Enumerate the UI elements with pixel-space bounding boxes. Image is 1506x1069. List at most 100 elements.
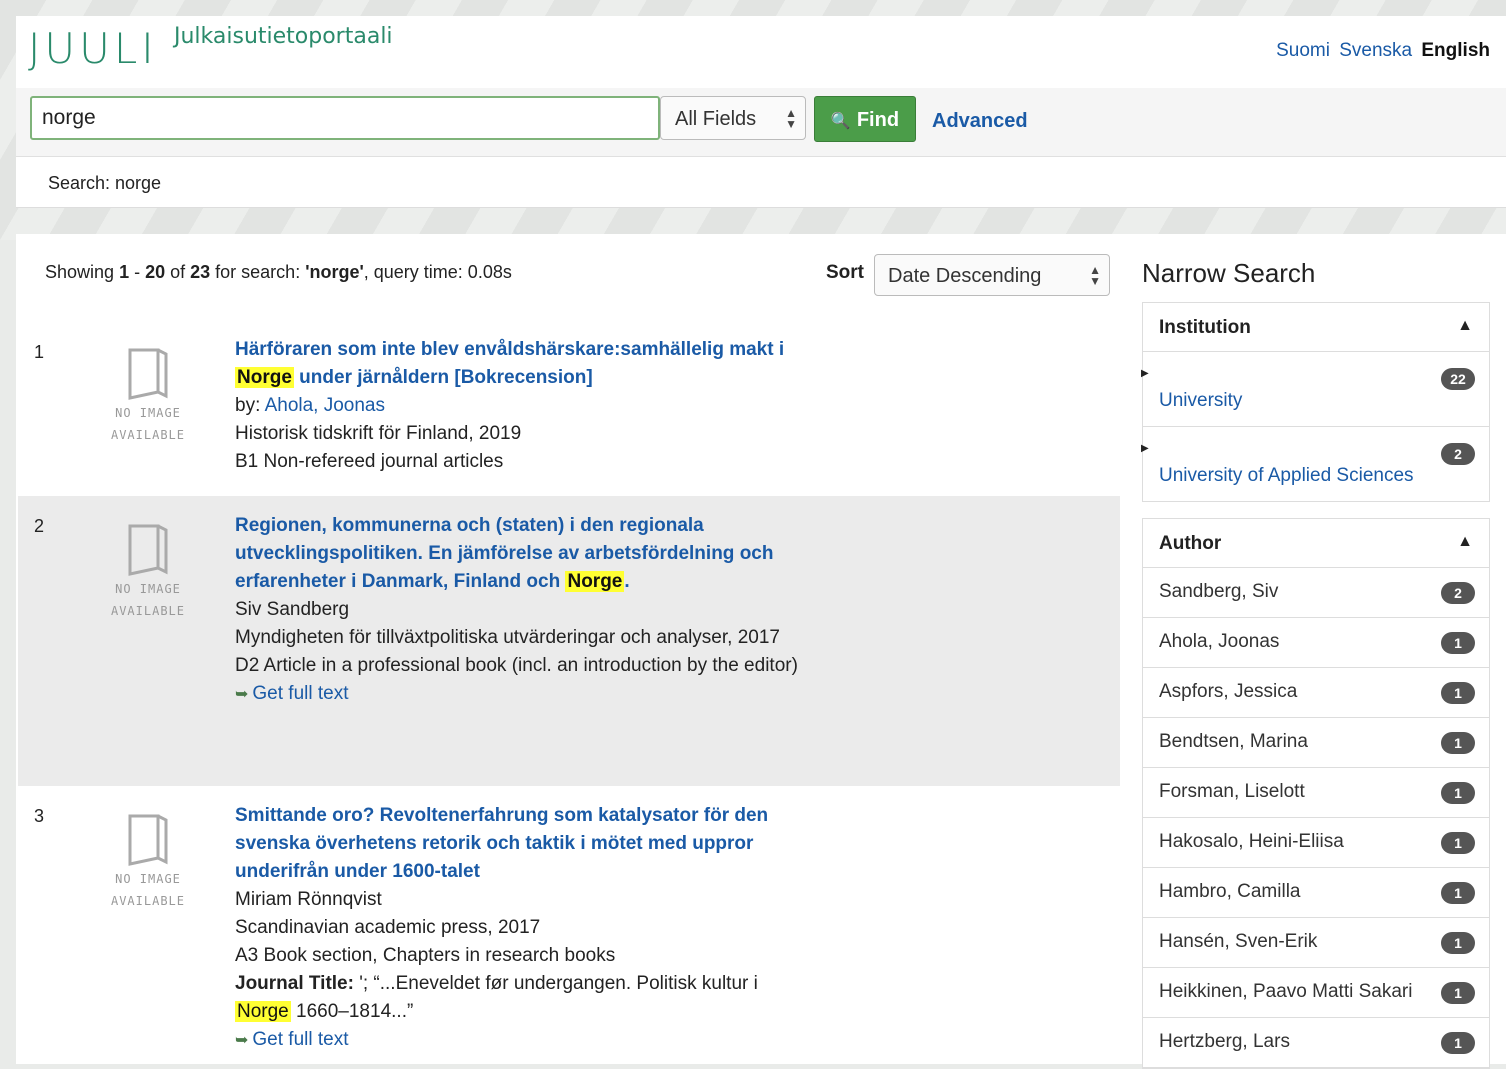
result-title-link[interactable]: Härföraren som inte blev envåldshärskare… (235, 336, 805, 392)
summary-range-end: 20 (145, 262, 166, 282)
result-body: Regionen, kommunerna och (staten) i den … (235, 512, 805, 709)
author-facet-header[interactable]: Author ▲ (1143, 519, 1489, 568)
count-badge: 1 (1441, 632, 1475, 654)
search-field-select[interactable]: All Fields ▲ ▼ (660, 96, 806, 140)
title-text: under järnåldern [Bokrecension] (293, 367, 593, 388)
author-facet-item[interactable]: Ahola, Joonas 1 (1143, 618, 1489, 668)
result-type: A3 Book section, Chapters in research bo… (235, 945, 616, 966)
lang-english: English (1421, 40, 1490, 61)
facet-item-label: Hansén, Sven-Erik (1159, 931, 1318, 952)
result-type: B1 Non-refereed journal articles (235, 451, 504, 472)
result-author-line: by: Ahola, Joonas (235, 392, 805, 420)
result-title-link[interactable]: Regionen, kommunerna och (staten) i den … (235, 512, 805, 596)
narrow-search-title: Narrow Search (1142, 258, 1316, 288)
search-bar: norge All Fields ▲ ▼ 🔍 Find Advanced (16, 88, 1506, 157)
facet-item-label: Hambro, Camilla (1159, 881, 1301, 902)
count-badge: 1 (1441, 1032, 1475, 1054)
author-facet-item[interactable]: Hakosalo, Heini-Eliisa 1 (1143, 818, 1489, 868)
results-summary: Showing 1 - 20 of 23 for search: 'norge'… (45, 258, 565, 286)
facet-item-label: University of Applied Sciences (1159, 465, 1414, 486)
facet-item-label: Ahola, Joonas (1159, 631, 1280, 652)
no-image-thumbnail: NO IMAGE AVAILABLE (102, 346, 194, 446)
find-button[interactable]: 🔍 Find (814, 96, 916, 142)
advanced-search-link[interactable]: Advanced (932, 110, 1028, 133)
full-text-label: Get full text (252, 683, 349, 704)
sort-label: Sort (826, 262, 864, 283)
summary-of: of (165, 262, 191, 282)
count-badge: 2 (1441, 582, 1475, 604)
count-badge: 1 (1441, 732, 1475, 754)
result-type: D2 Article in a professional book (incl.… (235, 655, 798, 676)
summary-query-time: , query time: 0.08s (363, 262, 512, 282)
institution-facet: Institution ▲ ▶ University 22 ▶ Universi… (1141, 302, 1490, 502)
title-text: Regionen, kommunerna och (staten) i den … (235, 515, 774, 592)
author-facet-item[interactable]: Heikkinen, Paavo Matti Sakari 1 (1143, 968, 1489, 1018)
author-facet-item[interactable]: Forsman, Liselott 1 (1143, 768, 1489, 818)
full-text-label: Get full text (252, 1029, 349, 1050)
author-facet-item[interactable]: Hambro, Camilla 1 (1143, 868, 1489, 918)
facet-item-label: Hakosalo, Heini-Eliisa (1159, 831, 1344, 852)
caret-right-icon: ▶ (1141, 443, 1149, 454)
facet-heading: Author (1159, 533, 1222, 554)
book-icon (128, 524, 168, 576)
summary-query: 'norge' (305, 262, 364, 282)
author-link[interactable]: Ahola, Joonas (265, 395, 385, 416)
by-label: by: (235, 395, 265, 416)
journal-label: Journal Title: (235, 973, 354, 994)
result-source: Scandinavian academic press, 2017 (235, 917, 541, 938)
summary-range-start: 1 (119, 262, 130, 282)
get-full-text-link[interactable]: ➥ Get full text (235, 680, 805, 709)
select-arrows-icon: ▲ ▼ (1089, 263, 1101, 288)
result-item: 2 NO IMAGE AVAILABLE Regionen, kommunern… (18, 496, 1120, 786)
result-body: Härföraren som inte blev envåldshärskare… (235, 336, 805, 476)
no-image-line2: AVAILABLE (110, 428, 186, 442)
no-image-thumbnail: NO IMAGE AVAILABLE (102, 522, 194, 622)
author-facet-item[interactable]: Hansén, Sven-Erik 1 (1143, 918, 1489, 968)
result-journal-title: Journal Title: '; “...Eneveldet før unde… (235, 970, 805, 1026)
count-badge: 1 (1441, 882, 1475, 904)
result-item: 1 NO IMAGE AVAILABLE Härföraren som inte… (18, 334, 1120, 496)
title-text: Härföraren som inte blev envåldshärskare… (235, 339, 785, 360)
count-badge: 22 (1441, 368, 1475, 390)
count-badge: 2 (1441, 443, 1475, 465)
no-image-thumbnail: NO IMAGE AVAILABLE (102, 812, 194, 912)
logo[interactable]: JUULI (28, 24, 158, 73)
facet-item-university[interactable]: ▶ University 22 (1141, 352, 1489, 427)
no-image-line1: NO IMAGE (115, 872, 181, 886)
institution-facet-header[interactable]: Institution ▲ (1143, 303, 1489, 352)
count-badge: 1 (1441, 682, 1475, 704)
author-facet-item[interactable]: Aspfors, Jessica 1 (1143, 668, 1489, 718)
result-item: 3 NO IMAGE AVAILABLE Smittande oro? Revo… (18, 786, 1120, 1064)
logo-subtitle: Julkaisutietoportaali (174, 24, 393, 49)
collapse-triangle-icon: ▲ (1457, 317, 1473, 334)
journal-text: 1660–1814...” (290, 1001, 414, 1022)
get-full-text-link[interactable]: ➥ Get full text (235, 1026, 805, 1055)
facet-item-label: University (1159, 390, 1243, 411)
breadcrumb: Search: norge (48, 173, 162, 193)
result-author: Siv Sandberg (235, 599, 350, 620)
search-input[interactable]: norge (30, 96, 660, 140)
collapse-triangle-icon: ▲ (1457, 533, 1473, 550)
magnifier-icon: 🔍 (830, 113, 851, 130)
facet-item-label: Bendtsen, Marina (1159, 731, 1308, 752)
summary-for-search: for search: (210, 262, 306, 282)
sort-value: Date Descending (888, 265, 1042, 287)
author-facet-item[interactable]: Bendtsen, Marina 1 (1143, 718, 1489, 768)
result-number: 3 (34, 806, 45, 826)
author-facet-item[interactable]: Sandberg, Siv 2 (1143, 568, 1489, 618)
result-number: 2 (34, 516, 45, 536)
lang-svenska[interactable]: Svenska (1339, 40, 1412, 61)
sort-select[interactable]: Date Descending ▲ ▼ (874, 254, 1110, 296)
full-text-icon: ➥ (235, 686, 249, 703)
highlight: Norge (565, 571, 625, 592)
facet-item-uas[interactable]: ▶ University of Applied Sciences 2 (1141, 427, 1489, 501)
facet-item-label: Forsman, Liselott (1159, 781, 1305, 802)
highlight: Norge (235, 367, 294, 388)
author-facet-item[interactable]: Hertzberg, Lars 1 (1143, 1018, 1489, 1068)
no-image-line2: AVAILABLE (110, 604, 186, 618)
result-source: Historisk tidskrift för Finland, 2019 (235, 423, 522, 444)
author-facet: Author ▲ Sandberg, Siv 2 Ahola, Joonas 1 A… (1142, 518, 1490, 1069)
lang-suomi[interactable]: Suomi (1276, 40, 1330, 61)
result-title-link[interactable]: Smittande oro? Revoltenerfahrung som kat… (235, 802, 805, 886)
book-icon (128, 814, 168, 866)
